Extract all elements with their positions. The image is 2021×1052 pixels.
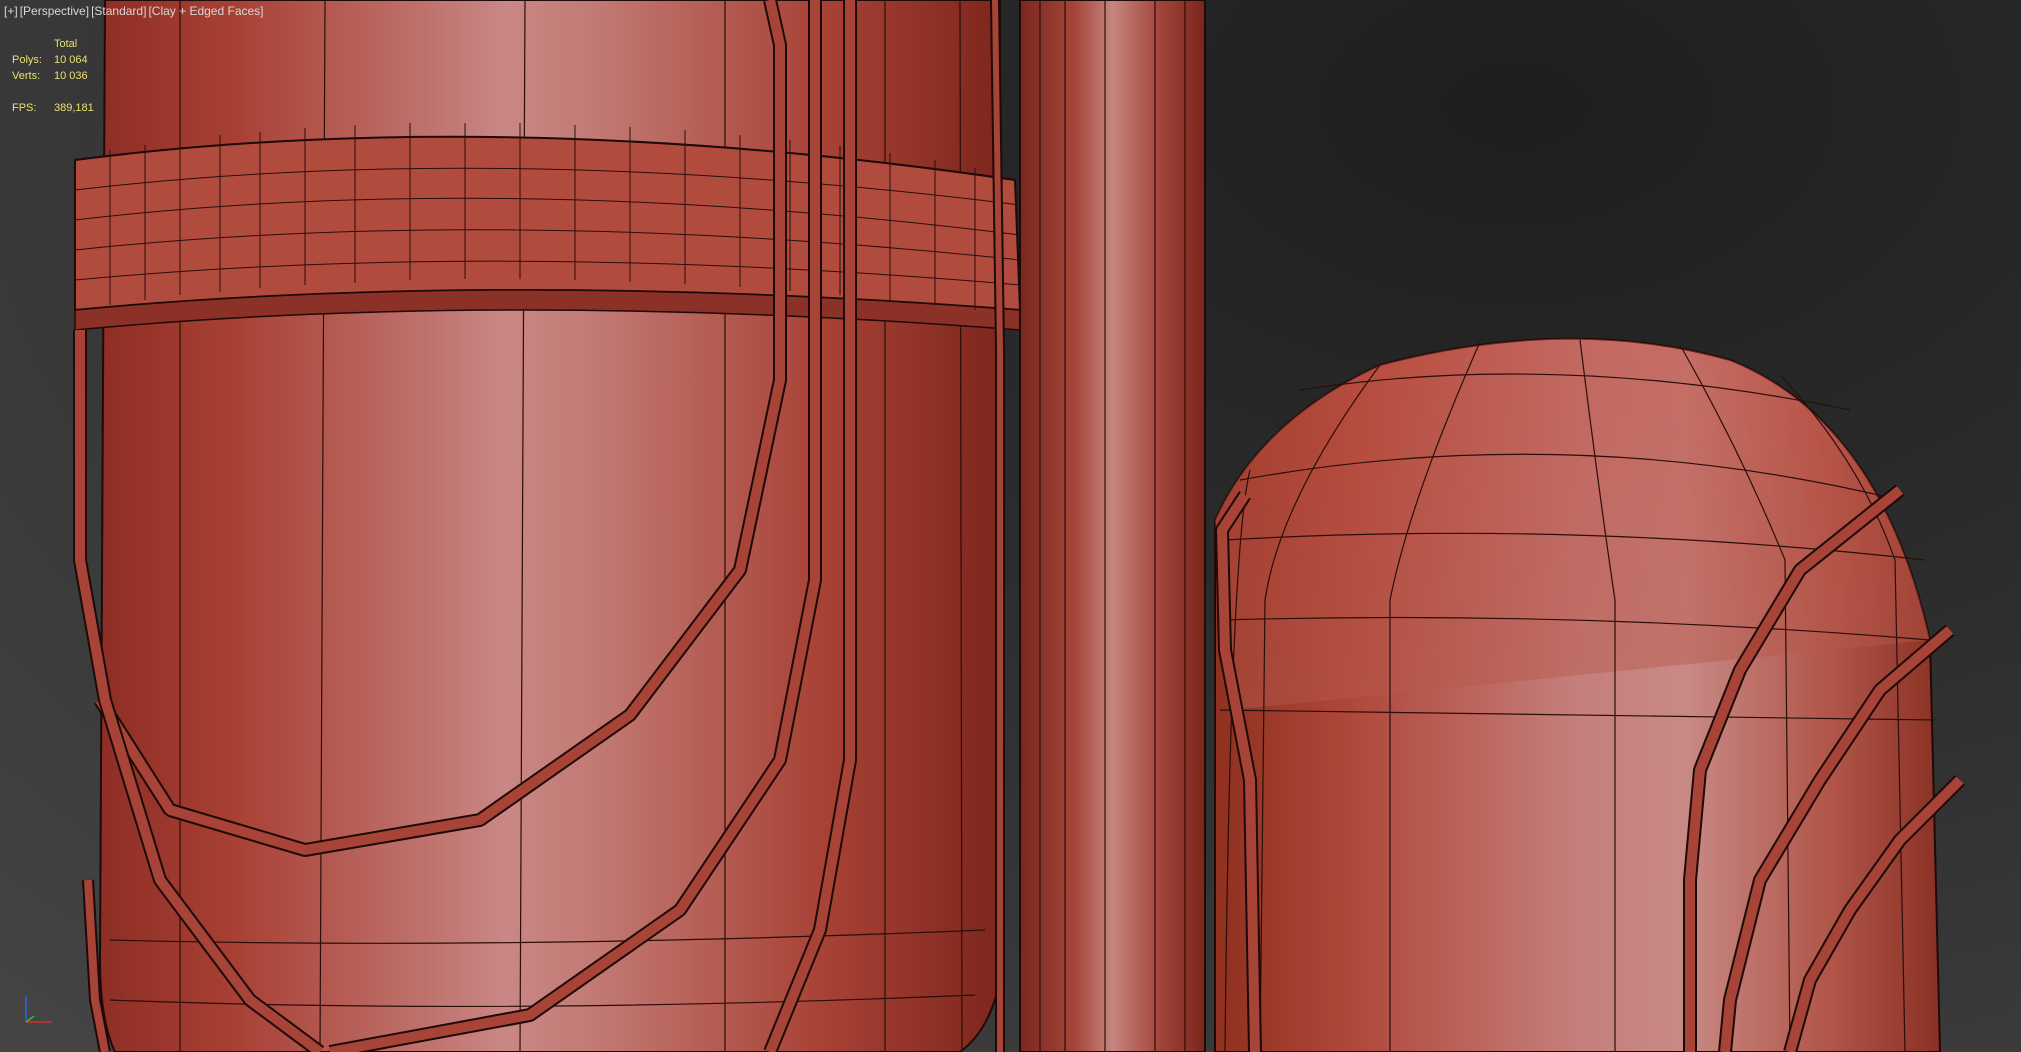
stats-fps-row: FPS: 389,181 [12,100,94,116]
cylinder-left[interactable] [73,0,1049,1052]
stats-verts-row: Verts: 10 036 [12,68,94,84]
tank-right[interactable] [1214,337,1965,1052]
viewport-view-menu[interactable]: [Perspective] [20,4,89,18]
stats-polys-row: Polys: 10 064 [12,52,94,68]
stats-polys-value: 10 064 [54,54,88,66]
viewport-plus-menu[interactable]: [+] [4,4,18,18]
viewport-scene[interactable] [0,0,2021,1052]
axis-tripod-icon [25,996,52,1023]
stats-fps-value: 389,181 [54,102,94,114]
stats-polys-label: Polys: [12,54,42,66]
viewport-standard-menu[interactable]: [Standard] [91,4,146,18]
stats-header: Total [54,38,78,50]
stats-verts-label: Verts: [12,70,41,82]
viewport-label-menu: [+] [Perspective] [Standard] [Clay + Edged … [4,4,266,18]
stats-fps-label: FPS: [12,102,37,114]
statistics-overlay: Total Polys: 10 064 Verts: 10 036 FPS: 3… [12,36,94,116]
stats-verts-value: 10 036 [54,70,88,82]
viewport-shading-menu[interactable]: [Clay + Edged Faces] [148,4,263,18]
vertical-pole[interactable] [1019,0,1206,1052]
perspective-viewport[interactable]: [+] [Perspective] [Standard] [Clay + Edged … [0,0,2021,1052]
